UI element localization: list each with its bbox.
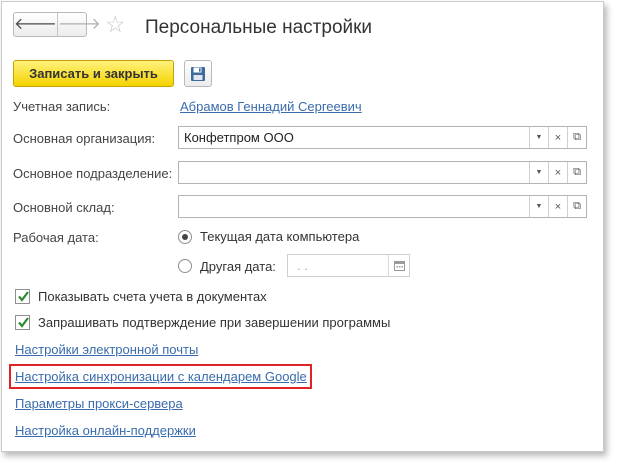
- work-date-label: Рабочая дата:: [13, 230, 99, 245]
- other-date-value[interactable]: . .: [288, 255, 388, 276]
- department-value[interactable]: [179, 162, 529, 183]
- open-icon[interactable]: ⧉: [567, 196, 586, 217]
- checkbox-show-accounts[interactable]: [15, 289, 30, 304]
- chevron-down-icon[interactable]: ▼: [529, 127, 548, 148]
- radio-current-date[interactable]: [178, 230, 192, 244]
- email-settings-link[interactable]: Настройки электронной почты: [15, 342, 198, 357]
- account-label: Учетная запись:: [13, 99, 111, 114]
- radio-current-date-label: Текущая дата компьютера: [200, 229, 360, 244]
- calendar-icon: [393, 261, 405, 271]
- clear-icon[interactable]: ×: [548, 162, 567, 183]
- navigation-buttons: 🡐 🡒: [13, 12, 101, 37]
- checkbox-confirm-exit-label: Запрашивать подтверждение при завершении…: [38, 315, 391, 330]
- other-date-field[interactable]: . .: [287, 254, 410, 277]
- save-and-close-button[interactable]: Записать и закрыть: [13, 60, 174, 87]
- organization-field[interactable]: Конфетпром ООО ▼ × ⧉: [178, 126, 587, 149]
- online-support-link[interactable]: Настройка онлайн-поддержки: [15, 423, 196, 438]
- radio-other-date[interactable]: [178, 259, 192, 273]
- organization-value[interactable]: Конфетпром ООО: [179, 127, 529, 148]
- checkmark-icon: [18, 317, 29, 328]
- open-icon[interactable]: ⧉: [567, 162, 586, 183]
- warehouse-label: Основной склад:: [13, 200, 115, 215]
- page-title: Персональные настройки: [145, 17, 373, 38]
- checkbox-show-accounts-label: Показывать счета учета в документах: [38, 289, 267, 304]
- settings-window: 🡐 🡒 ☆ Персональные настройки Записать и …: [1, 1, 604, 452]
- organization-label: Основная организация:: [13, 131, 156, 146]
- floppy-disk-icon: [191, 66, 205, 81]
- checkbox-confirm-exit[interactable]: [15, 315, 30, 330]
- account-link[interactable]: Абрамов Геннадий Сергеевич: [180, 99, 362, 114]
- arrow-left-icon: 🡐: [14, 15, 57, 33]
- open-icon[interactable]: ⧉: [567, 127, 586, 148]
- calendar-button[interactable]: [388, 255, 409, 276]
- department-label: Основное подразделение:: [13, 166, 173, 181]
- chevron-down-icon[interactable]: ▼: [529, 196, 548, 217]
- clear-icon[interactable]: ×: [548, 127, 567, 148]
- proxy-settings-link[interactable]: Параметры прокси-сервера: [15, 396, 183, 411]
- back-button[interactable]: 🡐: [14, 13, 58, 36]
- save-button[interactable]: [184, 60, 212, 87]
- radio-other-date-label: Другая дата:: [200, 259, 276, 274]
- google-calendar-sync-link[interactable]: Настройка синхронизации с календарем Goo…: [15, 369, 307, 384]
- department-field[interactable]: ▼ × ⧉: [178, 161, 587, 184]
- clear-icon[interactable]: ×: [548, 196, 567, 217]
- chevron-down-icon[interactable]: ▼: [529, 162, 548, 183]
- forward-button[interactable]: 🡒: [58, 13, 101, 36]
- checkmark-icon: [18, 291, 29, 302]
- favorite-star-icon[interactable]: ☆: [105, 13, 126, 36]
- warehouse-field[interactable]: ▼ × ⧉: [178, 195, 587, 218]
- warehouse-value[interactable]: [179, 196, 529, 217]
- arrow-right-icon: 🡒: [57, 15, 101, 33]
